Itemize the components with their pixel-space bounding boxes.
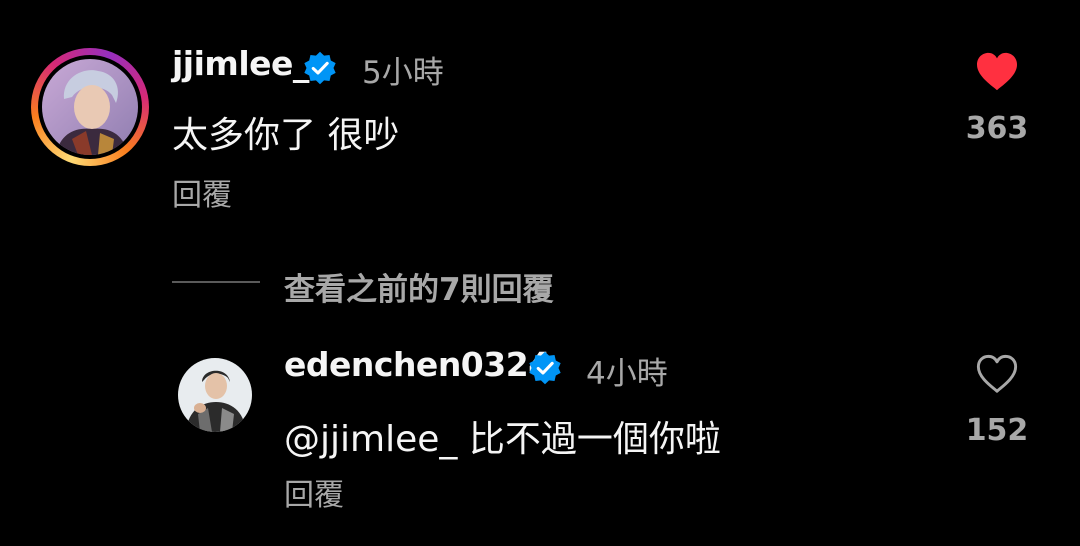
- comment-text: 太多你了 很吵: [172, 115, 400, 156]
- reply-button[interactable]: 回覆: [284, 470, 344, 514]
- reply-text: @jjimlee_ 比不過一個你啦: [284, 419, 721, 460]
- avatar[interactable]: [42, 59, 138, 155]
- avatar[interactable]: [178, 358, 252, 432]
- comment-like-count: 363: [965, 111, 1029, 146]
- reply-username[interactable]: edenchen0324: [284, 345, 551, 384]
- comment-timestamp: 5小時: [362, 55, 444, 91]
- comment-username[interactable]: jjimlee_: [172, 44, 309, 83]
- replies-divider: [172, 281, 260, 283]
- reply-timestamp: 4小時: [586, 356, 668, 392]
- heart-filled-icon[interactable]: [975, 52, 1019, 92]
- reply-button[interactable]: 回覆: [172, 170, 232, 214]
- heart-outline-icon[interactable]: [975, 354, 1019, 394]
- verified-badge-icon: [304, 51, 336, 85]
- verified-badge-icon: [529, 351, 561, 385]
- view-previous-replies-button[interactable]: 查看之前的7則回覆: [284, 264, 554, 309]
- reply-like-count: 152: [965, 413, 1029, 448]
